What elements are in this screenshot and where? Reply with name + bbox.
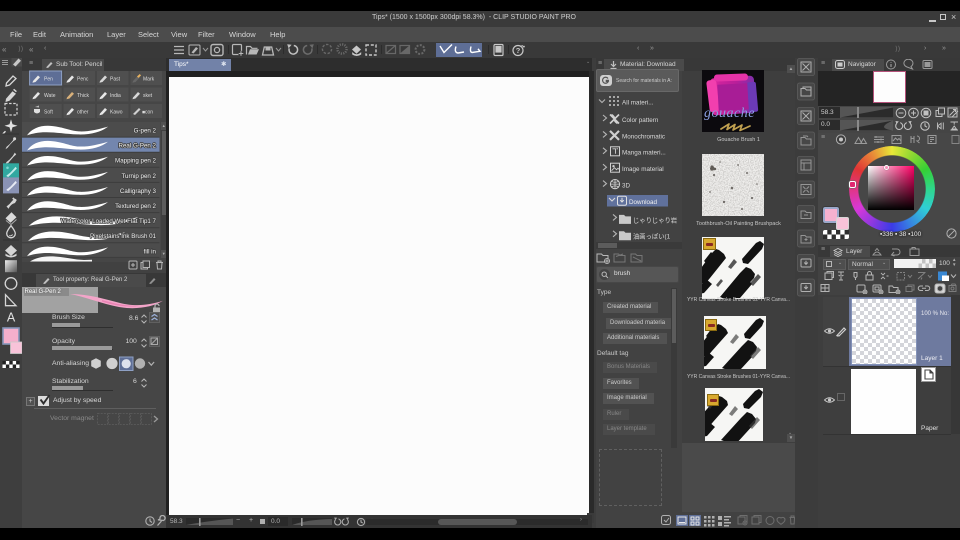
svg-text:Manga materi...: Manga materi... bbox=[622, 150, 666, 157]
svg-text:Thick: Thick bbox=[77, 93, 89, 99]
svg-text:じゃりじゃり岩: じゃりじゃり岩 bbox=[633, 215, 677, 224]
svg-text:Pixelstains Ink Brush 01: Pixelstains Ink Brush 01 bbox=[90, 233, 157, 240]
svg-text:All materi...: All materi... bbox=[622, 100, 654, 107]
svg-text:Penc: Penc bbox=[77, 76, 89, 82]
svg-text:油画っぽい(1: 油画っぽい(1 bbox=[633, 232, 671, 241]
svg-text:other: other bbox=[77, 109, 89, 115]
svg-text:fill in: fill in bbox=[144, 248, 157, 255]
svg-text:Mark: Mark bbox=[143, 76, 155, 82]
svg-text:G-pen 2: G-pen 2 bbox=[134, 128, 157, 135]
svg-text:?: ? bbox=[516, 46, 521, 55]
svg-text:Monochromatic: Monochromatic bbox=[622, 133, 665, 140]
svg-text:Wate: Wate bbox=[44, 93, 56, 99]
svg-text:A: A bbox=[7, 311, 16, 325]
svg-text:Download: Download bbox=[629, 199, 658, 206]
svg-text:Past: Past bbox=[110, 76, 121, 82]
svg-text:3D: 3D bbox=[622, 183, 631, 190]
svg-text:India: India bbox=[110, 93, 121, 99]
svg-text:Soft: Soft bbox=[44, 109, 54, 115]
svg-text:Pen: Pen bbox=[44, 76, 53, 82]
svg-text:Watercolor Loaded Wet Flat Tip: Watercolor Loaded Wet Flat Tip1 7 bbox=[61, 218, 157, 225]
svg-text:sket: sket bbox=[143, 93, 153, 99]
svg-text:Color pattern: Color pattern bbox=[622, 117, 659, 124]
svg-text:Textured pen 2: Textured pen 2 bbox=[115, 203, 156, 210]
svg-text:Turnip pen 2: Turnip pen 2 bbox=[121, 173, 156, 180]
svg-text:Real G-Pen 2: Real G-Pen 2 bbox=[119, 143, 157, 150]
svg-text:Image material: Image material bbox=[622, 166, 664, 173]
svg-text:Mapping pen 2: Mapping pen 2 bbox=[115, 158, 156, 165]
svg-text:Calligraphy 3: Calligraphy 3 bbox=[120, 188, 157, 195]
svg-text:Kawo: Kawo bbox=[110, 109, 123, 115]
svg-text:■con: ■con bbox=[142, 109, 153, 115]
